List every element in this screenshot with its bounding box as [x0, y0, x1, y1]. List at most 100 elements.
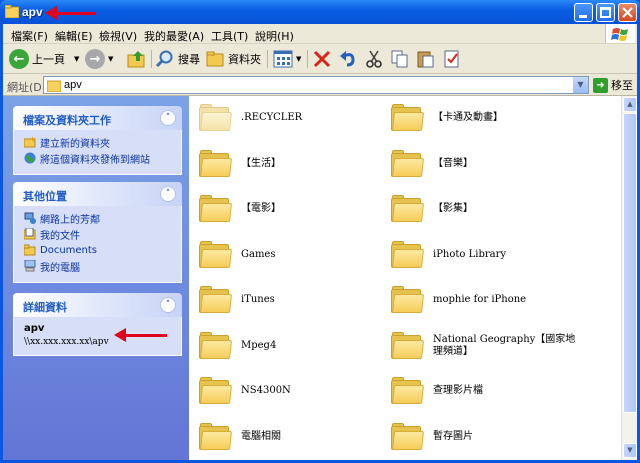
folder-item[interactable]: NS4300N: [199, 373, 379, 409]
folder-icon: [391, 422, 425, 451]
scroll-up-icon[interactable]: ▲: [623, 97, 637, 112]
menu-tools[interactable]: 工具(T): [211, 28, 248, 44]
copy-button[interactable]: [391, 48, 409, 70]
chevron-down-icon: ▼: [296, 55, 302, 63]
folder-icon: [5, 5, 19, 18]
folder-icon: [199, 195, 233, 223]
back-label: 上一頁: [32, 53, 65, 66]
search-icon: [155, 50, 173, 68]
folder-name: iPhoto Library: [433, 248, 507, 260]
address-value: apv: [64, 79, 82, 91]
undo-icon: [340, 51, 355, 67]
folder-name: 【卡通及動畫】: [433, 112, 503, 123]
folder-icon: [391, 286, 425, 314]
paste-icon: [417, 51, 434, 68]
folders-label: 資料夾: [228, 53, 261, 66]
scroll-thumb[interactable]: [623, 113, 637, 413]
chevron-down-icon[interactable]: ▼: [108, 55, 113, 63]
up-folder-icon: [127, 51, 145, 68]
folder-item[interactable]: iPhoto Library: [391, 237, 591, 273]
address-input[interactable]: apv ▼: [43, 76, 589, 94]
vertical-scrollbar[interactable]: ▲ ▼: [621, 96, 637, 460]
folder-name: 暫存圖片: [433, 430, 473, 442]
collapse-icon[interactable]: ˄: [160, 297, 176, 313]
collapse-icon[interactable]: ˄: [160, 186, 176, 202]
panel-header[interactable]: 其他位置 ˄: [13, 182, 182, 206]
folder-item[interactable]: Games: [199, 237, 379, 273]
undo-button[interactable]: [339, 48, 357, 70]
folder-item[interactable]: 【電影】: [199, 191, 379, 227]
menu-help[interactable]: 說明(H): [255, 28, 294, 44]
folder-name: 電腦相關: [241, 430, 281, 442]
folder-name: Mpeg4: [241, 339, 277, 351]
folder-icon: [391, 104, 425, 132]
folder-item[interactable]: 【卡通及動畫】: [391, 100, 591, 136]
panel-header[interactable]: 檔案及資料夾工作 ˄: [13, 106, 182, 130]
my-documents-link[interactable]: 我的文件: [24, 226, 173, 242]
windows-logo-icon: [605, 24, 635, 43]
new-folder-icon: [24, 136, 36, 148]
collapse-icon[interactable]: ˄: [160, 110, 176, 126]
menu-edit[interactable]: 編輯(E): [55, 28, 93, 44]
folder-name: .RECYCLER: [241, 112, 303, 123]
address-label: 網址(D): [7, 81, 47, 94]
minimize-button[interactable]: [574, 3, 593, 22]
link-label: 我的文件: [40, 230, 80, 242]
scroll-down-icon[interactable]: ▼: [623, 443, 637, 458]
folder-item[interactable]: mophie for iPhone: [391, 282, 591, 318]
red-arrow-annotation: [114, 328, 167, 342]
folder-item[interactable]: 【影集】: [391, 191, 591, 227]
chevron-down-icon[interactable]: ▼: [74, 55, 79, 63]
forward-button[interactable]: → ▼: [85, 48, 113, 70]
folders-button[interactable]: 資料夾: [205, 48, 261, 70]
new-folder-link[interactable]: 建立新的資料夾: [24, 134, 173, 150]
folder-icon: [391, 149, 425, 178]
folder-item[interactable]: 暫存圖片: [391, 419, 591, 455]
folder-name: mophie for iPhone: [433, 294, 527, 305]
folder-name: 【電影】: [241, 203, 281, 214]
properties-button[interactable]: [443, 48, 461, 70]
cut-button[interactable]: [365, 48, 383, 70]
folder-item[interactable]: 【生活】: [199, 146, 379, 182]
publish-web-link[interactable]: 將這個資料夾發佈到網站: [24, 150, 173, 166]
details-panel: 詳細資料 ˄ apv \\xx.xxx.xxx.xx\apv: [13, 293, 182, 356]
menu-view[interactable]: 檢視(V): [99, 28, 137, 44]
toolbar-separator: [267, 50, 268, 68]
search-button[interactable]: 搜尋: [155, 48, 200, 70]
toolbar-separator: [151, 50, 152, 68]
title-bar[interactable]: apv: [0, 0, 640, 24]
views-button[interactable]: ▼: [273, 48, 301, 70]
network-link[interactable]: 網路上的芳鄰: [24, 210, 173, 226]
folder-item[interactable]: 【音樂】: [391, 146, 591, 182]
close-button[interactable]: [618, 3, 637, 22]
folder-item[interactable]: 電腦相關: [199, 419, 379, 455]
folder-item[interactable]: iTunes: [199, 282, 379, 318]
folder-item[interactable]: National Geography【國家地理頻道】: [391, 328, 591, 364]
link-label: Documents: [40, 244, 98, 256]
folder-item[interactable]: .RECYCLER: [199, 100, 379, 136]
folder-item[interactable]: Mpeg4: [199, 328, 379, 364]
folder-item[interactable]: 查理影片檔: [391, 373, 591, 409]
folder-name: 【影集】: [433, 203, 473, 214]
maximize-button[interactable]: [596, 3, 615, 22]
back-button[interactable]: ← 上一頁 ▼: [9, 48, 79, 70]
address-bar: 網址(D) apv ▼ ➜ 移至: [3, 74, 637, 96]
delete-button[interactable]: [313, 48, 331, 70]
back-arrow-icon: ←: [9, 49, 29, 69]
paste-button[interactable]: [417, 48, 435, 70]
task-pane: 檔案及資料夾工作 ˄ 建立新的資料夾 將這個資料夾發佈到網站 其他位置 ˄ 網路…: [3, 96, 189, 460]
up-folder-button[interactable]: [127, 48, 147, 70]
menu-favorites[interactable]: 我的最愛(A): [144, 28, 204, 44]
go-button[interactable]: ➜ 移至: [593, 77, 633, 93]
folder-icon: [391, 377, 425, 405]
documents-link[interactable]: Documents: [24, 242, 173, 258]
chevron-down-icon[interactable]: ▼: [572, 77, 588, 93]
explorer-window: apv 檔案(F) 編輯(E) 檢視(V) 我的最愛(A) 工具(T) 說明(H…: [0, 0, 640, 463]
menu-file[interactable]: 檔案(F): [11, 28, 48, 44]
panel-header[interactable]: 詳細資料 ˄: [13, 293, 182, 317]
copy-icon: [391, 50, 408, 68]
link-label: 建立新的資料夾: [40, 138, 110, 150]
publish-web-icon: [24, 152, 36, 164]
my-computer-link[interactable]: 我的電腦: [24, 258, 173, 274]
folder-icon: [199, 240, 233, 269]
